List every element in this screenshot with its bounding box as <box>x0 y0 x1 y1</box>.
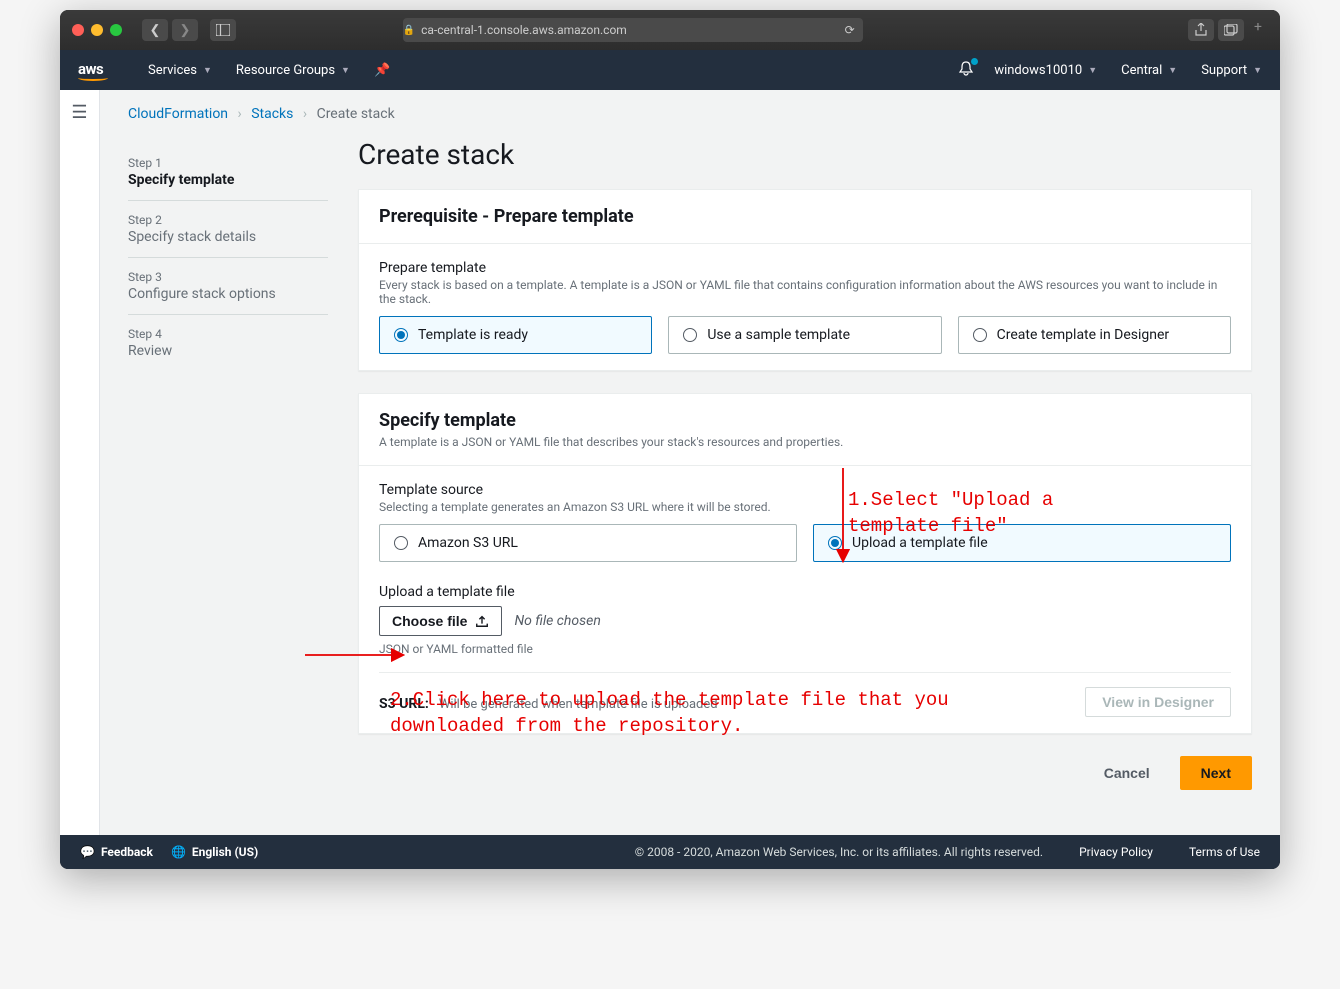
s3-url-text: Will be generated when template file is … <box>439 697 718 712</box>
view-in-designer-button[interactable]: View in Designer <box>1085 687 1231 717</box>
nav-account[interactable]: windows10010▼ <box>994 63 1097 78</box>
prepare-template-label: Prepare template <box>379 260 1231 276</box>
privacy-link[interactable]: Privacy Policy <box>1079 845 1153 859</box>
file-hint: JSON or YAML formatted file <box>379 642 1231 656</box>
left-rail: ☰ <box>60 90 100 835</box>
cancel-button[interactable]: Cancel <box>1086 756 1168 790</box>
forward-button[interactable]: ❯ <box>172 19 198 41</box>
sidebar-toggle-icon[interactable] <box>210 19 236 41</box>
back-button[interactable]: ❮ <box>142 19 168 41</box>
tabs-icon[interactable] <box>1218 19 1244 41</box>
upload-label: Upload a template file <box>379 584 1231 600</box>
radio-upload-file[interactable]: Upload a template file <box>813 524 1231 562</box>
panel-specify-template: Specify template A template is a JSON or… <box>358 393 1252 734</box>
globe-icon: 🌐 <box>171 845 186 859</box>
step-1[interactable]: Step 1 Specify template <box>128 144 328 201</box>
aws-logo[interactable]: aws <box>78 60 108 81</box>
template-source-label: Template source <box>379 482 1231 498</box>
reload-icon[interactable]: ⟳ <box>845 23 855 37</box>
copyright: © 2008 - 2020, Amazon Web Services, Inc.… <box>635 845 1043 859</box>
lock-icon: 🔒 <box>403 25 415 36</box>
terms-link[interactable]: Terms of Use <box>1189 845 1260 859</box>
aws-top-nav: aws Services▼ Resource Groups▼ 📌 windows… <box>60 50 1280 90</box>
notifications-icon[interactable] <box>958 60 974 80</box>
specify-desc: A template is a JSON or YAML file that d… <box>379 435 1231 449</box>
pin-icon[interactable]: 📌 <box>374 63 390 78</box>
s3-url-label: S3 URL: <box>379 696 429 712</box>
step-2[interactable]: Step 2 Specify stack details <box>128 201 328 258</box>
breadcrumb-stacks[interactable]: Stacks <box>251 106 293 122</box>
step-4[interactable]: Step 4 Review <box>128 315 328 371</box>
url-bar[interactable]: 🔒 ca-central-1.console.aws.amazon.com ⟳ <box>403 18 863 42</box>
radio-sample-template[interactable]: Use a sample template <box>668 316 941 354</box>
hamburger-icon[interactable]: ☰ <box>60 102 99 123</box>
prerequisite-header: Prerequisite - Prepare template <box>379 206 1231 227</box>
radio-s3-url[interactable]: Amazon S3 URL <box>379 524 797 562</box>
no-file-chosen: No file chosen <box>514 613 600 629</box>
browser-toolbar: ❮ ❯ 🔒 ca-central-1.console.aws.amazon.co… <box>60 10 1280 50</box>
url-text: ca-central-1.console.aws.amazon.com <box>421 23 627 37</box>
nav-services[interactable]: Services▼ <box>148 63 212 78</box>
new-tab-icon[interactable]: + <box>1248 19 1268 41</box>
window-controls <box>72 24 122 36</box>
upload-icon <box>475 614 489 628</box>
choose-file-button[interactable]: Choose file <box>379 606 502 636</box>
chevron-right-icon: › <box>238 106 242 122</box>
nav-support[interactable]: Support▼ <box>1201 63 1262 78</box>
page-title: Create stack <box>358 138 1252 171</box>
nav-region[interactable]: Central▼ <box>1121 63 1177 78</box>
radio-icon <box>683 328 697 342</box>
fullscreen-window-icon[interactable] <box>110 24 122 36</box>
close-window-icon[interactable] <box>72 24 84 36</box>
radio-template-ready[interactable]: Template is ready <box>379 316 652 354</box>
next-button[interactable]: Next <box>1180 756 1252 790</box>
step-3[interactable]: Step 3 Configure stack options <box>128 258 328 315</box>
panel-prerequisite: Prerequisite - Prepare template Prepare … <box>358 189 1252 371</box>
nav-resource-groups[interactable]: Resource Groups▼ <box>236 63 350 78</box>
radio-icon <box>973 328 987 342</box>
breadcrumb-cloudformation[interactable]: CloudFormation <box>128 106 228 122</box>
specify-header: Specify template <box>379 410 1231 431</box>
speech-bubble-icon: 💬 <box>80 845 95 859</box>
footer: 💬 Feedback 🌐 English (US) © 2008 - 2020,… <box>60 835 1280 869</box>
language-selector[interactable]: 🌐 English (US) <box>171 845 258 859</box>
breadcrumb-current: Create stack <box>317 106 395 122</box>
chevron-right-icon: › <box>303 106 307 122</box>
radio-icon <box>394 328 408 342</box>
breadcrumb: CloudFormation › Stacks › Create stack <box>128 106 1252 122</box>
template-source-help: Selecting a template generates an Amazon… <box>379 500 1231 514</box>
wizard-steps: Step 1 Specify template Step 2 Specify s… <box>128 138 328 790</box>
minimize-window-icon[interactable] <box>91 24 103 36</box>
feedback-link[interactable]: 💬 Feedback <box>80 845 153 859</box>
radio-icon <box>828 536 842 550</box>
share-icon[interactable] <box>1188 19 1214 41</box>
radio-icon <box>394 536 408 550</box>
prepare-template-help: Every stack is based on a template. A te… <box>379 278 1231 306</box>
radio-create-designer[interactable]: Create template in Designer <box>958 316 1231 354</box>
